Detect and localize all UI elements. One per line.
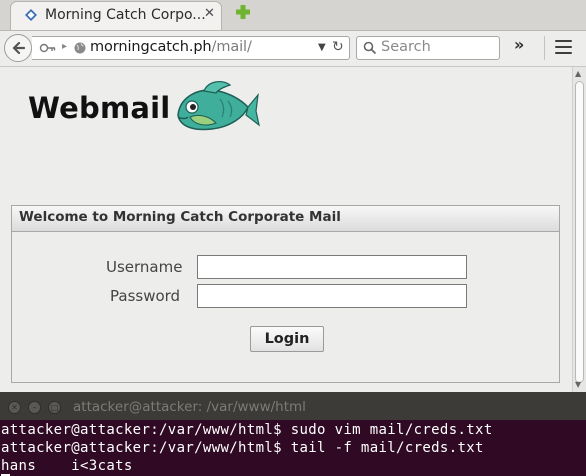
terminal-body[interactable]: attacker@attacker:/var/www/html$ sudo vi… <box>0 420 586 476</box>
tab-morning-catch[interactable]: Morning Catch Corpo... ✕ <box>10 1 222 30</box>
login-button[interactable]: Login <box>250 326 324 352</box>
terminal-line: attacker@attacker:/var/www/html$ tail -f… <box>1 440 484 456</box>
terminal-titlebar: ✕ – □ attacker@attacker: /var/www/html <box>0 396 586 420</box>
webmail-favicon <box>25 9 37 21</box>
username-field[interactable] <box>197 255 467 279</box>
login-panel: Welcome to Morning Catch Corporate Mail … <box>11 205 560 383</box>
search-bar[interactable]: Search <box>356 36 500 60</box>
terminal-line: hans i<3cats <box>1 458 133 474</box>
url-text: morningcatch.ph/mail/ <box>90 39 252 55</box>
globe-icon[interactable] <box>74 42 86 54</box>
maximize-window-icon[interactable]: □ <box>48 401 61 414</box>
password-field[interactable] <box>197 284 467 308</box>
close-tab-icon[interactable]: ✕ <box>204 6 215 21</box>
password-label: Password <box>110 287 181 305</box>
close-window-icon[interactable]: ✕ <box>8 401 21 414</box>
search-placeholder: Search <box>381 39 431 55</box>
tab-title: Morning Catch Corpo... <box>45 7 206 23</box>
overflow-icon[interactable]: » <box>514 35 524 54</box>
address-bar[interactable]: ▸ morningcatch.ph/mail/ ▼ ↻ <box>32 36 350 60</box>
back-arrow-icon <box>12 41 25 55</box>
dropdown-icon[interactable]: ▼ <box>318 42 326 53</box>
login-panel-header: Welcome to Morning Catch Corporate Mail <box>12 206 559 232</box>
browser-window: Morning Catch Corpo... ✕ ▸ morningcatch.… <box>0 0 586 392</box>
terminal-title: attacker@attacker: /var/www/html <box>73 399 306 415</box>
scrollbar-thumb[interactable] <box>575 81 584 383</box>
webmail-logo-text: Webmail <box>28 91 171 125</box>
reload-icon[interactable]: ↻ <box>332 39 344 55</box>
new-tab-plus-icon[interactable] <box>234 3 252 21</box>
scroll-up-icon[interactable]: ▲ <box>575 69 581 78</box>
key-icon[interactable] <box>39 41 57 55</box>
search-icon <box>363 41 377 55</box>
login-panel-title: Welcome to Morning Catch Corporate Mail <box>19 209 341 225</box>
username-label: Username <box>106 258 183 276</box>
chevron-right-icon: ▸ <box>62 41 68 52</box>
hamburger-menu-icon[interactable] <box>555 40 572 54</box>
fish-logo <box>177 81 260 131</box>
url-host: morningcatch.ph <box>90 39 212 55</box>
navigation-bar: ▸ morningcatch.ph/mail/ ▼ ↻ Search » <box>0 31 586 67</box>
scroll-down-icon[interactable]: ▼ <box>575 380 581 389</box>
back-button[interactable] <box>4 34 32 62</box>
minimize-window-icon[interactable]: – <box>28 401 41 414</box>
webpage-content: Webmail Welcome to Morning Catch Corpora… <box>0 67 572 392</box>
toolbar-divider <box>544 36 545 60</box>
tab-bar: Morning Catch Corpo... ✕ <box>0 0 586 31</box>
vertical-scrollbar[interactable]: ▲ ▼ <box>572 67 586 392</box>
url-path: /mail/ <box>211 39 252 55</box>
terminal-line: attacker@attacker:/var/www/html$ sudo vi… <box>1 422 493 438</box>
